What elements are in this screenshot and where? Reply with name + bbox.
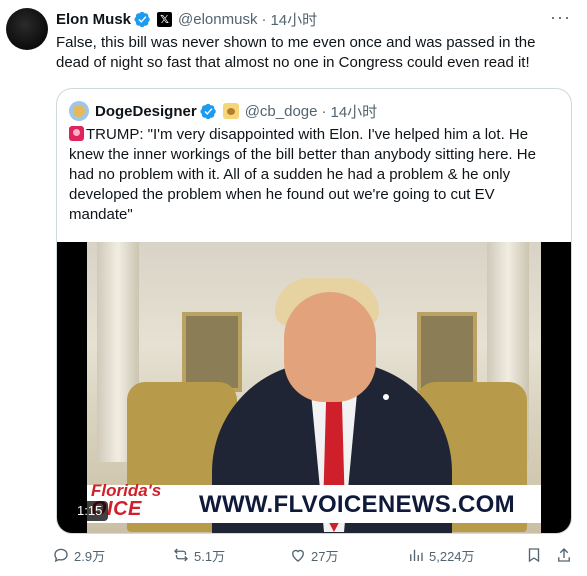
repost-button[interactable]: 5.1万 <box>172 546 225 565</box>
heart-icon <box>292 549 304 562</box>
repost-icon <box>174 548 188 562</box>
analytics-icon <box>410 549 423 561</box>
post-time[interactable]: 14小时 <box>270 9 317 30</box>
person-head <box>284 292 376 402</box>
action-bar: 2.9万 5.1万 27万 5,224万 <box>52 543 577 567</box>
quote-text-body: TRUMP: "I'm very disappointed with Elon.… <box>69 126 536 223</box>
post-text: False, this bill was never shown to me e… <box>56 34 536 71</box>
verified-badge-icon[interactable] <box>134 11 151 28</box>
siren-emoji-icon <box>69 126 84 141</box>
quote-author-name[interactable]: DogeDesigner <box>95 103 197 120</box>
author-avatar[interactable] <box>6 8 48 50</box>
quote-author-avatar[interactable] <box>69 101 89 121</box>
author-handle[interactable]: @elonmusk <box>178 11 257 28</box>
reply-button[interactable]: 2.9万 <box>52 546 105 565</box>
reply-icon <box>54 548 68 563</box>
bookmark-icon <box>528 548 540 563</box>
quote-text: TRUMP: "I'm very disappointed with Elon.… <box>69 125 561 225</box>
share-icon <box>558 548 570 562</box>
video-duration: 1:15 <box>71 501 109 521</box>
quoted-post[interactable]: DogeDesigner @cb_doge · 14小时 TRUMP: "I'm… <box>56 88 572 534</box>
repost-count: 5.1万 <box>194 548 226 564</box>
background-painting <box>417 312 477 392</box>
views-button[interactable]: 5,224万 <box>407 546 475 565</box>
lapel-pin <box>383 394 389 400</box>
author-name[interactable]: Elon Musk <box>56 11 131 28</box>
view-count: 5,224万 <box>429 548 475 564</box>
x-affiliation-icon[interactable]: 𝕏 <box>157 11 173 27</box>
background-painting <box>182 312 242 392</box>
more-options-icon[interactable]: ··· <box>550 8 571 26</box>
share-button[interactable] <box>555 546 577 564</box>
dog-emoji-icon <box>222 103 239 119</box>
separator-dot: · <box>261 10 267 28</box>
reply-count: 2.9万 <box>74 548 106 564</box>
banner-url: WWW.FLVOICENEWS.COM <box>199 491 515 518</box>
quote-author-handle[interactable]: @cb_doge <box>245 103 318 120</box>
video-player[interactable]: Florida's OICE WWW.FLVOICENEWS.COM 1:15 <box>57 242 571 533</box>
quote-time[interactable]: 14小时 <box>330 101 377 122</box>
verified-badge-icon[interactable] <box>200 103 217 120</box>
post-header: Elon Musk 𝕏 @elonmusk · 14小时 <box>56 9 317 29</box>
quote-header: DogeDesigner @cb_doge · 14小时 <box>69 101 377 121</box>
separator-dot: · <box>321 102 327 120</box>
like-count: 27万 <box>311 548 339 564</box>
like-button[interactable]: 27万 <box>289 546 338 565</box>
video-frame: Florida's OICE WWW.FLVOICENEWS.COM <box>87 242 541 533</box>
bookmark-button[interactable] <box>525 546 547 564</box>
